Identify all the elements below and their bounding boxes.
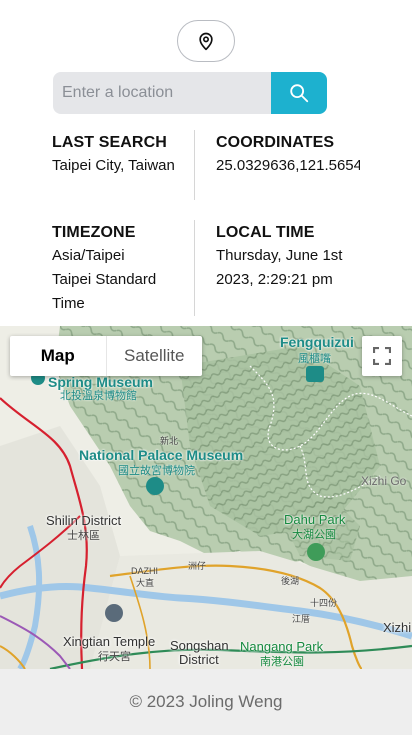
map-label-national-palace-museum: National Palace Museum xyxy=(79,447,244,463)
search-icon xyxy=(290,84,309,103)
fullscreen-icon xyxy=(373,347,391,365)
timezone-value-line-2: Taipei Standard xyxy=(52,271,157,288)
local-time-value-line-1: Thursday, June 1st xyxy=(216,247,343,264)
timezone-value-line-3: Time xyxy=(52,295,85,312)
map-label-songshan-district: District xyxy=(179,652,219,667)
timezone-block: TIMEZONE Asia/Taipei Taipei Standard Tim… xyxy=(52,224,202,316)
map-label-zhouzi: 洲仔 xyxy=(188,561,207,571)
map-label-xinbei: 新北 xyxy=(160,436,179,446)
last-search-block: LAST SEARCH Taipei City, Taiwan xyxy=(52,134,202,178)
map-label-shilin-district-zh: 士林區 xyxy=(67,530,100,542)
map-label-xingtian-temple-zh: 行天宮 xyxy=(98,651,131,663)
map-label-dahu-park-zh: 大湖公園 xyxy=(292,529,336,541)
map-label-fengqiuzui: Fengquizui xyxy=(280,334,354,350)
map-label-nangang-park: Nangang Park xyxy=(240,639,324,654)
timezone-heading: TIMEZONE xyxy=(52,224,136,241)
map-label-xizhi-go: Xizhi Go xyxy=(361,474,407,488)
map-label-spring-museum-zh: 北投溫泉博物館 xyxy=(60,390,137,402)
map-type-toggle: Map Satellite xyxy=(10,336,202,376)
timezone-value-line-1: Asia/Taipei xyxy=(52,247,125,264)
map-label-national-palace-museum-zh: 國立故宮博物院 xyxy=(118,465,195,477)
info-divider xyxy=(194,220,195,316)
coordinates-block: COORDINATES 25.0329636,121.5654 xyxy=(216,134,360,178)
search-button[interactable] xyxy=(271,72,327,114)
map-label-shilin-district: Shilin District xyxy=(46,513,122,528)
map-label-fengqiuzui-zh: 風櫃嘴 xyxy=(298,353,331,365)
map-label-songshan: Songshan xyxy=(170,638,229,653)
map-type-map-button[interactable]: Map xyxy=(10,336,106,376)
location-search-input[interactable] xyxy=(53,72,271,114)
map-label-dazhi-zh: 大直 xyxy=(136,578,155,588)
map-type-satellite-button[interactable]: Satellite xyxy=(105,336,203,376)
local-time-value-line-2: 2023, 2:29:21 pm xyxy=(216,271,333,288)
search-bar xyxy=(53,72,327,114)
map-label-shisifen: 十四份 xyxy=(310,598,338,608)
map-label-jiangcuo: 江厝 xyxy=(292,614,311,624)
coordinates-value: 25.0329636,121.5654 xyxy=(216,157,360,174)
map-label-dahu-park: Dahu Park xyxy=(284,512,346,527)
map-label-dazhi: DAZHI xyxy=(131,566,158,576)
fullscreen-button[interactable] xyxy=(362,336,402,376)
map-view[interactable]: Fengquizui 風櫃嘴 Spring Museum 北投溫泉博物館 新北 … xyxy=(0,326,412,669)
page-footer: © 2023 Joling Weng xyxy=(0,669,412,735)
footer-copyright: © 2023 Joling Weng xyxy=(129,692,283,711)
map-label-houhu: 後湖 xyxy=(281,576,300,586)
coordinates-heading: COORDINATES xyxy=(216,134,335,151)
map-label-xizhi: Xizhi xyxy=(383,620,412,635)
location-pin-icon xyxy=(199,32,213,51)
local-time-block: LOCAL TIME Thursday, June 1st 2023, 2:29… xyxy=(216,224,386,292)
local-time-heading: LOCAL TIME xyxy=(216,224,315,241)
info-divider xyxy=(194,130,195,200)
map-label-nangang-park-zh: 南港公園 xyxy=(260,656,304,668)
last-search-value: Taipei City, Taiwan xyxy=(52,157,175,174)
map-label-xingtian-temple: Xingtian Temple xyxy=(63,634,156,649)
locate-me-button[interactable] xyxy=(177,20,235,62)
last-search-heading: LAST SEARCH xyxy=(52,134,167,151)
